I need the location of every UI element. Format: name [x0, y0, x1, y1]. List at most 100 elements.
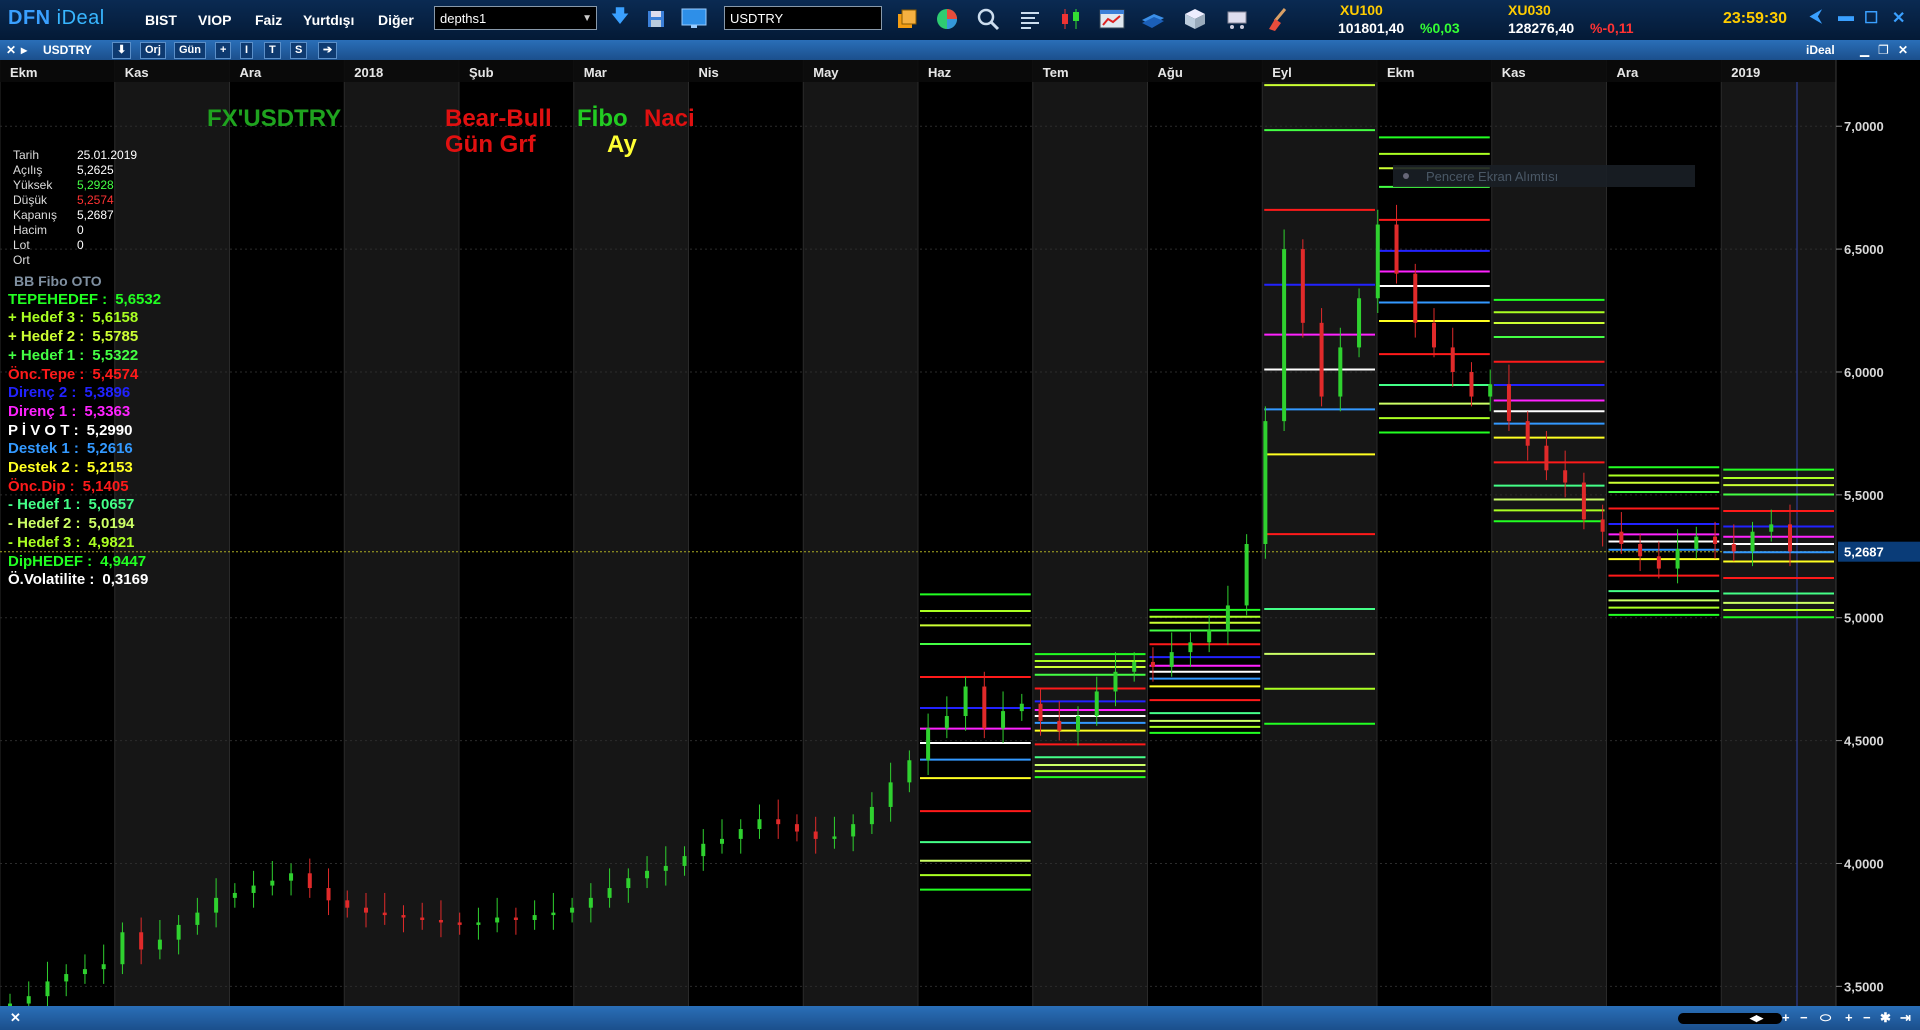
- fibo-level-label: Ö.Volatilite :: [8, 571, 95, 589]
- candle-body: [1169, 652, 1174, 667]
- minimize-chart-icon[interactable]: ▁: [1860, 43, 1869, 57]
- month-tick-label: Ekm: [1387, 65, 1414, 80]
- fibo-level-label: Direnç 2 :: [8, 384, 77, 402]
- candle-body: [270, 880, 275, 886]
- ticker-name-xu030[interactable]: XU030: [1508, 2, 1551, 18]
- t-button[interactable]: T: [264, 42, 281, 59]
- candle-body: [607, 888, 612, 898]
- save-icon[interactable]: [643, 6, 669, 32]
- ohlc-info-panel: Tarih 25.01.2019 Açılış 5,2625 Yüksek 5,2928 D…: [7, 148, 192, 268]
- menu-yurtdisi[interactable]: Yurtdışı: [303, 12, 354, 28]
- info-value: 5,2928: [77, 178, 114, 192]
- fibo-level-row: Önc.Tepe : 5,4574: [8, 366, 161, 385]
- y-tick-label: 6,5000: [1844, 242, 1884, 257]
- fibo-level-value: 5,0657: [88, 496, 135, 514]
- info-row: Lot 0: [7, 238, 192, 253]
- fit-icon[interactable]: ⬭: [1820, 1010, 1831, 1026]
- candlestick-icon[interactable]: [1058, 6, 1084, 32]
- month-tick-label: Nis: [699, 65, 719, 80]
- orj-button[interactable]: Orj: [140, 42, 166, 59]
- ticker-name-xu100[interactable]: XU100: [1340, 2, 1383, 18]
- zoom-out-icon[interactable]: −: [1800, 1010, 1808, 1025]
- candle-body: [1413, 273, 1418, 323]
- close-chart-icon[interactable]: ✕: [6, 43, 16, 57]
- list-lines-icon[interactable]: [1017, 6, 1043, 32]
- s-button[interactable]: S: [290, 42, 308, 59]
- ticker-value-xu030: 128276,40: [1508, 20, 1575, 36]
- zoom-in-icon[interactable]: +: [1782, 1010, 1790, 1025]
- monitor-icon[interactable]: [681, 6, 707, 32]
- gear-icon[interactable]: ✱: [1880, 1010, 1891, 1026]
- menu-viop[interactable]: VIOP: [198, 12, 231, 28]
- i-button[interactable]: I: [240, 42, 254, 59]
- add-icon[interactable]: +: [1845, 1010, 1853, 1025]
- restore-chart-icon[interactable]: ❐: [1878, 43, 1889, 57]
- price-chart[interactable]: Ekm Kas Ara 2018 Şub Mar Nis May Haz Tem Ağu Eyl Ekm…: [0, 60, 1920, 1006]
- month-tick-label: 2019: [1731, 65, 1760, 80]
- candle-body: [495, 917, 500, 923]
- candle-body: [1300, 249, 1305, 323]
- candle-body: [645, 870, 650, 879]
- close-small-icon[interactable]: ✕: [10, 1010, 21, 1026]
- chart-canvas[interactable]: Ekm Kas Ara 2018 Şub Mar Nis May Haz Tem Ağu Eyl Ekm…: [0, 60, 1920, 1006]
- download-arrow-icon[interactable]: 🡇: [607, 6, 633, 32]
- month-band: [803, 60, 918, 1006]
- fibo-title: BB Fibo OTO: [14, 273, 102, 289]
- expand-icon[interactable]: ▸: [21, 43, 27, 57]
- scroll-thumb[interactable]: [1678, 1013, 1782, 1024]
- month-band: [344, 60, 459, 1006]
- menu-faiz[interactable]: Faiz: [255, 12, 282, 28]
- folders-icon[interactable]: [894, 6, 920, 32]
- info-row: Yüksek 5,2928: [7, 178, 192, 193]
- symbol-input[interactable]: USDTRY: [724, 6, 882, 30]
- candle-body: [457, 922, 462, 925]
- search-icon[interactable]: [975, 6, 1001, 32]
- candle-body: [1319, 322, 1324, 397]
- fibo-level-row: Destek 1 : 5,2616: [8, 440, 161, 459]
- candle-body: [570, 907, 575, 913]
- window-chart-icon[interactable]: [1099, 6, 1125, 32]
- depth-combo[interactable]: depths1 ▼: [434, 6, 597, 30]
- arrow-button[interactable]: ➔: [318, 42, 338, 59]
- bottom-scrollbar[interactable]: ✕ ◂▸ + − ⬭ + − ✱ ⇥: [0, 1006, 1920, 1030]
- fibo-levels-panel: BB Fibo OTO TEPEHEDEF :5,6532 + Hedef 3 :…: [8, 272, 161, 590]
- search-icon-glyph: [977, 8, 1000, 31]
- candle-body: [532, 915, 537, 920]
- candle-body: [757, 819, 762, 830]
- minimize-icon[interactable]: ▬: [1838, 8, 1854, 26]
- menu-bist[interactable]: BIST: [145, 12, 177, 28]
- scroll-right-icon[interactable]: ◂▸: [1750, 1010, 1763, 1026]
- remove-icon[interactable]: −: [1863, 1010, 1871, 1025]
- info-label: Hacim: [13, 223, 48, 237]
- close-icon[interactable]: ✕: [1892, 8, 1905, 28]
- fibo-level-value: 5,3363: [84, 402, 131, 420]
- info-row: Düşük 5,2574: [7, 193, 192, 208]
- scroll-end-icon[interactable]: ⇥: [1900, 1010, 1911, 1026]
- candle-body: [1113, 671, 1118, 692]
- candle-body: [1188, 642, 1193, 653]
- close-chart-window-icon[interactable]: ✕: [1898, 43, 1908, 57]
- candle-body: [1450, 347, 1455, 372]
- cube-icon[interactable]: [1182, 6, 1208, 32]
- download-button[interactable]: ⬇: [112, 42, 132, 59]
- candle-body: [1357, 298, 1362, 348]
- candle-body: [1731, 544, 1736, 552]
- back-arrow-icon[interactable]: ⮜: [1810, 8, 1821, 26]
- period-button[interactable]: Gün: [174, 42, 206, 59]
- month-tick-label: May: [813, 65, 839, 80]
- pie-chart-icon[interactable]: [934, 6, 960, 32]
- maximize-icon[interactable]: ☐: [1864, 8, 1878, 28]
- menu-diger[interactable]: Diğer: [378, 12, 414, 28]
- fibo-level-row: + Hedef 1 : 5,5322: [8, 347, 161, 366]
- plus-button[interactable]: +: [215, 42, 232, 59]
- cart-icon[interactable]: [1224, 6, 1250, 32]
- candle-body: [401, 915, 406, 918]
- candle-body: [1282, 249, 1287, 422]
- candle-body: [176, 924, 181, 940]
- books-icon[interactable]: [1140, 6, 1166, 32]
- candle-body: [1001, 711, 1006, 729]
- info-row: Hacim 0: [7, 223, 192, 238]
- broom-icon[interactable]: [1264, 6, 1290, 32]
- info-value: 5,2687: [77, 208, 114, 222]
- fibo-level-value: 5,6532: [115, 290, 162, 308]
